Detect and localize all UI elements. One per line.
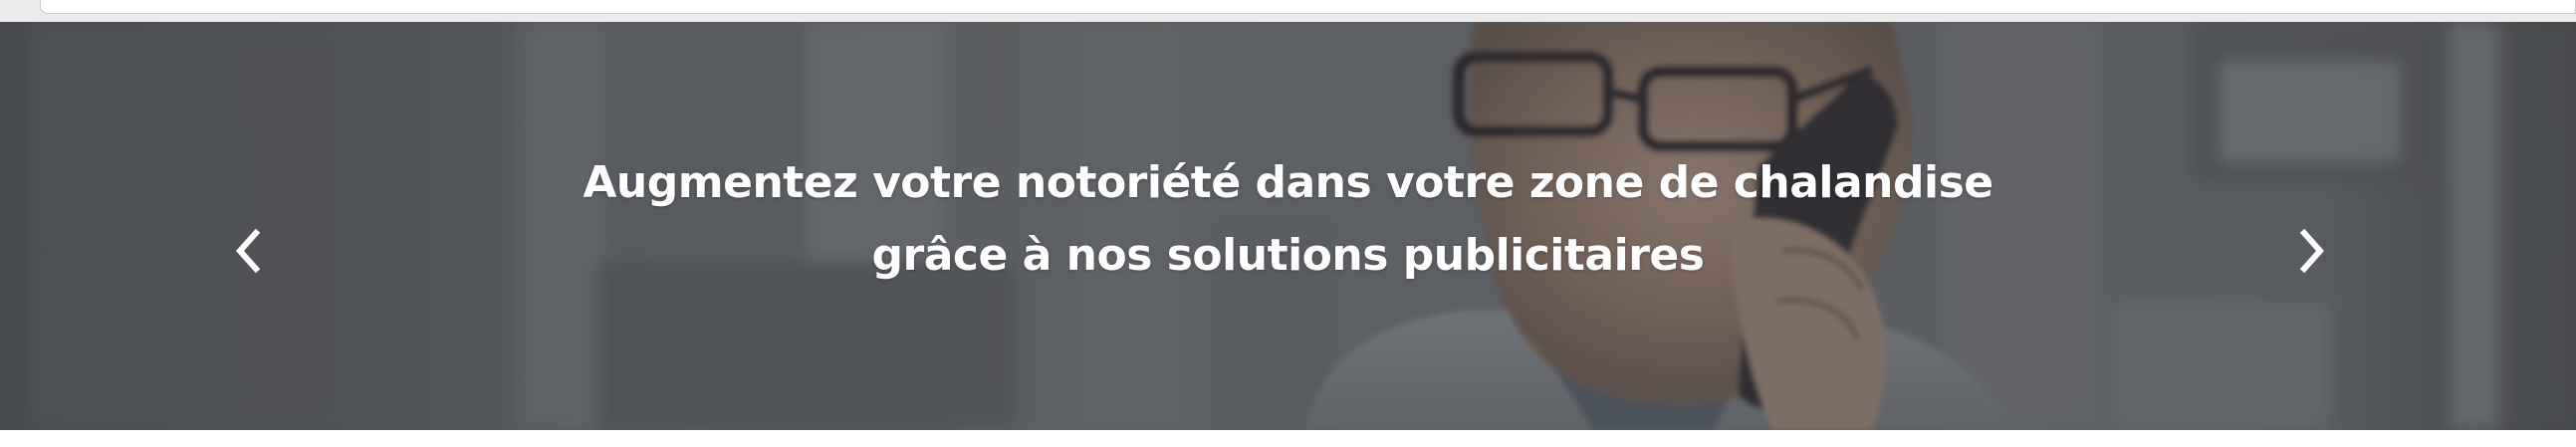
- hero-carousel: Augmentez votre notoriété dans votre zon…: [0, 22, 2576, 430]
- address-bar[interactable]: [40, 0, 2576, 14]
- page-below-hero: [0, 430, 2576, 447]
- browser-top-bar: [0, 0, 2576, 23]
- chevron-left-icon: [235, 228, 261, 274]
- hero-caption-line-1: Augmentez votre notoriété dans votre zon…: [583, 157, 1993, 208]
- carousel-prev-button[interactable]: [214, 201, 284, 301]
- hero-caption-line-2: grâce à nos solutions publicitaires: [871, 230, 1705, 281]
- hero-caption: Augmentez votre notoriété dans votre zon…: [0, 146, 2576, 292]
- chevron-right-icon: [2299, 228, 2325, 274]
- carousel-next-button[interactable]: [2276, 201, 2346, 301]
